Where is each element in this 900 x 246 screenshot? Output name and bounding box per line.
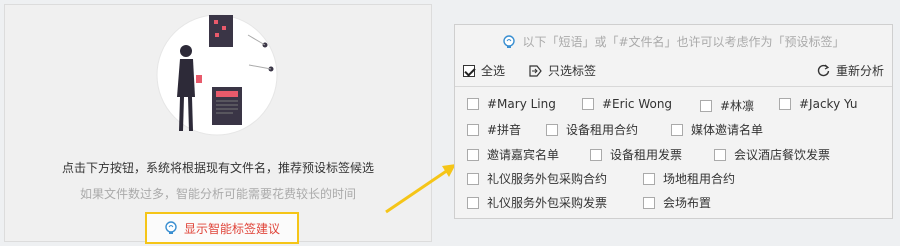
checkbox[interactable] bbox=[643, 172, 655, 185]
checkbox[interactable] bbox=[779, 98, 791, 110]
checkbox[interactable] bbox=[463, 64, 475, 77]
tag-label: #Eric Wong bbox=[602, 97, 673, 111]
tag-label: 会场布置 bbox=[663, 196, 712, 210]
lightbulb-icon bbox=[503, 34, 516, 48]
select-only-tags-label: 只选标签 bbox=[548, 64, 597, 78]
tag-label: 邀请嘉宾名单 bbox=[487, 148, 560, 162]
tag-option[interactable]: #Jacky Yu bbox=[779, 97, 858, 111]
tag-label: 设备租用发票 bbox=[610, 148, 683, 162]
suggestion-hint-text: 以下「短语」或「#文件名」也许可以考虑作为「预设标签」 bbox=[522, 35, 845, 49]
tag-toolbar: 全选 只选标签 重新分析 bbox=[463, 62, 884, 80]
tag-option[interactable]: #Eric Wong bbox=[582, 97, 672, 111]
checkbox[interactable] bbox=[467, 123, 479, 136]
tag-option[interactable]: 礼仪服务外包采购合约 bbox=[467, 170, 607, 187]
left-panel: 点击下方按钮，系统将根据现有文件名，推荐预设标签候选 如果文件数过多，智能分析可… bbox=[4, 4, 432, 244]
tag-option[interactable]: #Mary Ling bbox=[467, 97, 556, 111]
checkbox[interactable] bbox=[582, 98, 594, 110]
tag-label: 设备租用合约 bbox=[566, 123, 639, 137]
suggest-description: 点击下方按钮，系统将根据现有文件名，推荐预设标签候选 bbox=[61, 161, 374, 175]
checkbox[interactable] bbox=[714, 148, 726, 161]
checkbox[interactable] bbox=[467, 172, 479, 185]
show-smart-tag-suggestions-label: 显示智能标签建议 bbox=[183, 221, 280, 236]
tag-label: #林凛 bbox=[720, 99, 755, 113]
checkbox[interactable] bbox=[546, 123, 558, 136]
show-smart-tag-suggestions-button[interactable]: 显示智能标签建议 bbox=[145, 212, 299, 244]
tag-arrow-icon bbox=[529, 64, 542, 77]
tag-option[interactable]: #拼音 bbox=[467, 121, 521, 138]
tag-label: #Jacky Yu bbox=[799, 97, 858, 111]
tag-label: 礼仪服务外包采购合约 bbox=[487, 172, 608, 186]
refresh-icon bbox=[817, 64, 830, 77]
tag-label: 礼仪服务外包采购发票 bbox=[487, 196, 608, 210]
tag-option[interactable]: 媒体邀请名单 bbox=[671, 121, 763, 138]
tag-option[interactable]: #林凛 bbox=[700, 97, 754, 114]
tag-option[interactable]: 场地租用合约 bbox=[643, 170, 735, 187]
tag-option[interactable]: 会场布置 bbox=[643, 194, 711, 211]
suggestion-hint: 以下「短语」或「#文件名」也许可以考虑作为「预设标签」 bbox=[455, 33, 892, 50]
select-all-label: 全选 bbox=[481, 64, 506, 78]
checkbox[interactable] bbox=[643, 196, 655, 209]
tag-option[interactable]: 会议酒店餐饮发票 bbox=[714, 146, 830, 163]
checkbox[interactable] bbox=[467, 98, 479, 110]
tag-option[interactable]: 设备租用发票 bbox=[590, 146, 682, 163]
checkbox[interactable] bbox=[700, 99, 712, 112]
tag-option[interactable]: 设备租用合约 bbox=[546, 121, 638, 138]
select-all-checkbox[interactable]: 全选 bbox=[463, 62, 505, 79]
checkbox[interactable] bbox=[467, 196, 479, 209]
tag-label: 媒体邀请名单 bbox=[691, 123, 764, 137]
large-files-note: 如果文件数过多，智能分析可能需要花费较长的时间 bbox=[79, 187, 356, 201]
lightbulb-icon bbox=[165, 221, 177, 234]
checkbox[interactable] bbox=[671, 123, 683, 136]
checkbox[interactable] bbox=[467, 148, 479, 161]
person-with-documents-illustration bbox=[156, 14, 278, 136]
tag-option[interactable]: 礼仪服务外包采购发票 bbox=[467, 194, 607, 211]
divider bbox=[455, 86, 892, 87]
select-only-tags-button[interactable]: 只选标签 bbox=[529, 62, 596, 79]
suggested-tags-panel: 以下「短语」或「#文件名」也许可以考虑作为「预设标签」 全选 只选标签 重新分析… bbox=[454, 24, 893, 219]
tag-label: #Mary Ling bbox=[487, 97, 556, 111]
tag-option[interactable]: 邀请嘉宾名单 bbox=[467, 146, 559, 163]
reanalyze-label: 重新分析 bbox=[835, 64, 884, 78]
checkbox[interactable] bbox=[590, 148, 602, 161]
tag-label: #拼音 bbox=[487, 123, 522, 137]
tag-label: 会议酒店餐饮发票 bbox=[734, 148, 831, 162]
reanalyze-button[interactable]: 重新分析 bbox=[817, 62, 884, 79]
tag-label: 场地租用合约 bbox=[663, 172, 736, 186]
